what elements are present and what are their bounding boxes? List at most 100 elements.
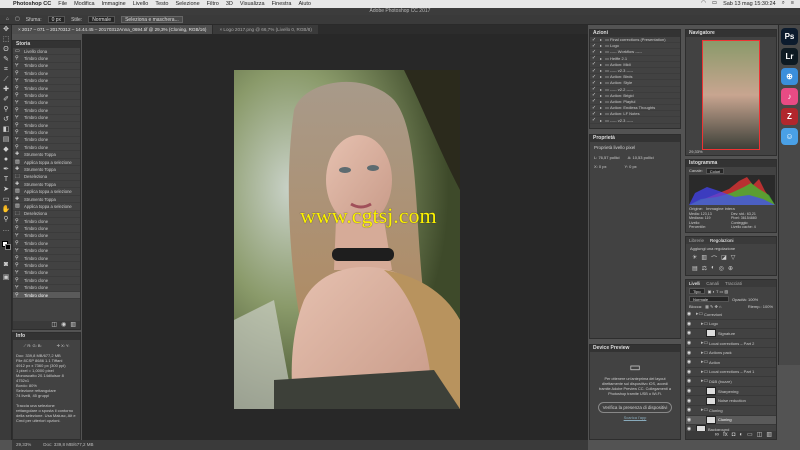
folder-icon[interactable]: ▸▭ (701, 378, 708, 384)
document-image[interactable] (234, 70, 460, 409)
sfuma-input[interactable]: 0 px (47, 16, 66, 23)
check-icon[interactable]: ✓ (590, 111, 598, 117)
doc-tab-logo[interactable]: × Logo 2017.png @ 66,7% (Livello 0, RGB/… (213, 25, 318, 34)
eye-icon[interactable]: ◉ (686, 340, 692, 346)
history-item[interactable]: ⬚ Deseleziona (13, 174, 80, 182)
panel-title[interactable]: Storia (13, 41, 80, 48)
history-item[interactable]: ✚ Strumento Toppa (13, 166, 80, 174)
menu-list-icon[interactable]: ≡ (791, 1, 794, 7)
folder-icon[interactable]: ▸▭ (701, 359, 708, 365)
menu-finestra[interactable]: Finestra (272, 1, 292, 7)
menu-filtro[interactable]: Filtro (207, 1, 219, 7)
x-field[interactable]: X: 0 px (594, 164, 606, 169)
mask-icon[interactable]: ◘ (732, 431, 736, 439)
fx-icon[interactable]: fx (723, 431, 728, 439)
new-layer-icon[interactable]: ◫ (757, 431, 763, 439)
panel-title[interactable]: Istogramma (686, 160, 776, 167)
home-icon[interactable]: ⌂ (6, 17, 9, 22)
gradient-tool-icon[interactable]: ▤ (0, 135, 12, 145)
levels-icon[interactable]: ▥ (701, 254, 707, 263)
eye-icon[interactable]: ◉ (686, 369, 692, 375)
check-icon[interactable]: ✓ (590, 43, 598, 49)
height-field[interactable]: A: 10,53 pollici (628, 155, 654, 160)
layer-row[interactable]: ◉ Sharpening (686, 387, 776, 397)
history-item[interactable]: ⚲ Timbro clone (13, 144, 80, 152)
menu-file[interactable]: File (58, 1, 67, 7)
itunes-icon[interactable]: ♪ (781, 88, 798, 105)
layer-row[interactable]: ◉ ▸▭ Local corrections – Part 1 (686, 368, 776, 378)
eye-icon[interactable]: ◉ (686, 417, 692, 423)
check-icon[interactable]: ✓ (590, 92, 598, 98)
link-icon[interactable]: ∞ (715, 431, 719, 439)
eyedropper-tool-icon[interactable]: ⟋ (0, 75, 12, 85)
screen-mode-icon[interactable]: ▣ (0, 273, 12, 283)
quick-select-tool-icon[interactable]: ✎ (0, 55, 12, 65)
eye-icon[interactable]: ◉ (686, 388, 692, 394)
history-item[interactable]: ⚲ Timbro clone (13, 55, 80, 63)
history-item[interactable]: ▨ Applica toppa a selezione (13, 159, 80, 167)
history-item[interactable]: ✚ Strumento Toppa (13, 181, 80, 189)
history-item[interactable]: ⚲ Timbro clone (13, 70, 80, 78)
navigator-zoom[interactable]: 29,33% (689, 149, 703, 154)
more-tools-icon[interactable]: … (0, 225, 12, 235)
select-and-mask-button[interactable]: Seleziona e maschera... (121, 16, 183, 23)
history-item[interactable]: ⚲ Timbro clone (13, 122, 80, 130)
curves-icon[interactable]: ⌒ (711, 254, 717, 263)
history-item[interactable]: ⚲ Timbro clone (13, 63, 80, 71)
menu-immagine[interactable]: Immagine (102, 1, 126, 7)
history-item[interactable]: ✚ Strumento Toppa (13, 151, 80, 159)
menu-livello[interactable]: Livello (133, 1, 149, 7)
folder-icon[interactable]: ▸▭ (696, 311, 703, 317)
history-item[interactable]: ⚲ Timbro clone (13, 291, 80, 300)
brush-tool-icon[interactable]: ✐ (0, 95, 12, 105)
history-item[interactable]: ⚲ Timbro clone (13, 137, 80, 145)
channel-mixer-icon[interactable]: ⊕ (728, 265, 733, 272)
tab-librerie[interactable]: Librerie (689, 238, 704, 243)
history-item[interactable]: ⚲ Timbro clone (13, 248, 80, 255)
folder-icon[interactable]: ▭ (747, 431, 753, 439)
ps-icon[interactable]: Ps (781, 28, 798, 45)
download-app-link[interactable]: Scarica l'app (590, 415, 680, 420)
app-menu[interactable]: Photoshop CC (13, 1, 51, 7)
history-item[interactable]: ⚲ Timbro clone (13, 107, 80, 115)
eye-icon[interactable]: ◉ (686, 359, 692, 365)
move-tool-icon[interactable]: ✥ (0, 25, 12, 35)
tab-regolazioni[interactable]: Regolazioni (710, 238, 734, 243)
check-icon[interactable]: ✓ (590, 49, 598, 55)
marquee-tool-icon[interactable]: ⬚ (0, 35, 12, 45)
history-item[interactable]: ▭ Livello clona (13, 48, 80, 56)
history-item[interactable]: ⚲ Timbro clone (13, 285, 80, 292)
type-tool-icon[interactable]: T (0, 175, 12, 185)
history-item[interactable]: ▨ Applica toppa a selezione (13, 203, 80, 211)
check-icon[interactable]: ✓ (590, 74, 598, 80)
history-item[interactable]: ▨ Applica toppa a selezione (13, 188, 80, 196)
exposure-icon[interactable]: ◪ (721, 254, 727, 263)
check-icon[interactable]: ✓ (590, 117, 598, 123)
layer-row[interactable]: ◉ ▸▭ Correzioni (686, 310, 776, 320)
history-item[interactable]: ⚲ Timbro clone (13, 85, 80, 93)
dodge-tool-icon[interactable]: ● (0, 155, 12, 165)
menu-modifica[interactable]: Modifica (74, 1, 94, 7)
layer-row[interactable]: ◉ Cloning (686, 415, 776, 426)
eye-icon[interactable]: ◉ (686, 407, 692, 413)
check-icon[interactable]: ✓ (590, 68, 598, 74)
hue-sat-icon[interactable]: ▤ (692, 265, 698, 272)
eye-icon[interactable]: ◉ (686, 378, 692, 384)
panel-title[interactable]: Info (13, 333, 80, 340)
opacity-field[interactable]: Opacità: 100% (732, 297, 758, 302)
eye-icon[interactable]: ◉ (686, 311, 692, 317)
history-item[interactable]: ✚ Strumento Toppa (13, 196, 80, 204)
history-item[interactable]: ⬚ Deseleziona (13, 211, 80, 218)
layer-row[interactable]: ◉ ▸▭ Logo (686, 320, 776, 330)
quick-mask-icon[interactable]: ◙ (0, 260, 12, 270)
history-item[interactable]: ⚲ Timbro clone (13, 225, 80, 233)
trash-icon[interactable]: ▥ (766, 431, 772, 439)
history-item[interactable]: ⚲ Timbro clone (13, 262, 80, 270)
history-item[interactable]: ⚲ Timbro clone (13, 240, 80, 248)
eye-icon[interactable]: ◉ (686, 321, 692, 327)
folder-icon[interactable]: ▸▭ (701, 407, 708, 413)
vibrance-icon[interactable]: ▽ (731, 254, 736, 263)
layer-row[interactable]: ◉ ▸▭ Cloning (686, 406, 776, 416)
navigator-thumbnail[interactable] (702, 40, 760, 150)
channel-select[interactable]: Colori (705, 168, 725, 174)
